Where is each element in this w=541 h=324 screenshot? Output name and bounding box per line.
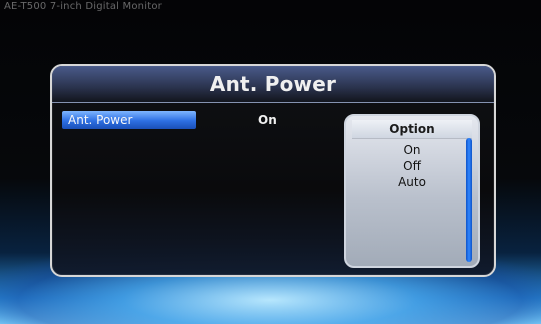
panel-header: Ant. Power [52, 66, 494, 103]
option-list: On Off Auto [346, 142, 478, 190]
settings-panel: Ant. Power Ant. Power On Option On Off A… [50, 64, 496, 277]
option-header: Option [352, 120, 472, 139]
option-scrollbar-track[interactable] [466, 138, 472, 262]
option-title: Option [389, 122, 435, 136]
option-scrollbar-thumb[interactable] [466, 138, 472, 262]
option-item-off[interactable]: Off [346, 158, 478, 174]
setting-label[interactable]: Ant. Power [62, 111, 196, 129]
option-item-auto[interactable]: Auto [346, 174, 478, 190]
window-title: AE-T500 7-inch Digital Monitor [4, 1, 162, 12]
setting-row-ant-power[interactable]: Ant. Power On [62, 111, 292, 131]
monitor-screen: AE-T500 7-inch Digital Monitor Ant. Powe… [0, 0, 541, 324]
panel-title: Ant. Power [209, 72, 337, 96]
option-popup: Option On Off Auto [344, 114, 480, 268]
option-item-on[interactable]: On [346, 142, 478, 158]
setting-value: On [258, 113, 277, 127]
